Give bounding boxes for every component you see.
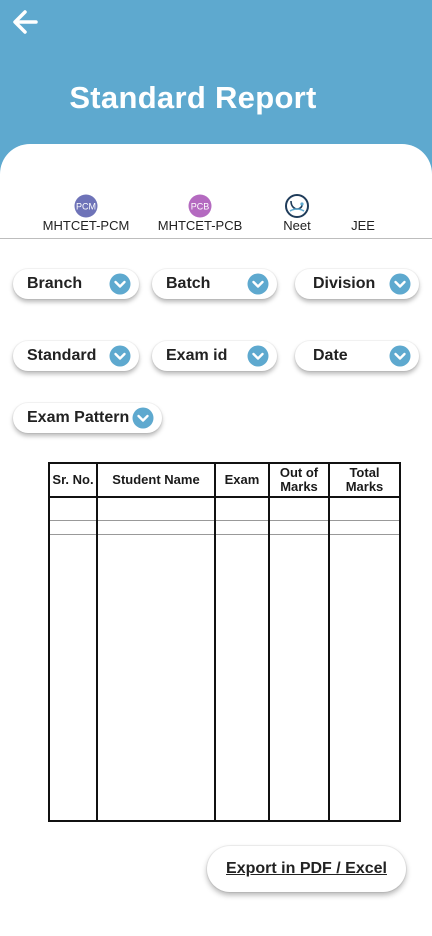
table-row	[48, 520, 401, 535]
table-cell	[96, 520, 216, 535]
table-cell	[48, 534, 98, 821]
exam-pattern-label: Exam Pattern	[27, 409, 130, 426]
chevron-down-icon	[132, 407, 154, 429]
col-header-out-of-marks: Out of Marks	[268, 463, 330, 498]
jee-icon-placeholder	[351, 194, 375, 218]
division-dropdown[interactable]: Division	[295, 269, 419, 299]
svg-text:PCM: PCM	[76, 202, 96, 212]
col-header-student-name: Student Name	[96, 463, 216, 498]
chevron-down-icon	[389, 345, 411, 367]
pcb-badge-icon: PCB	[188, 194, 212, 218]
batch-label: Batch	[166, 275, 211, 292]
date-dropdown[interactable]: Date	[295, 341, 419, 371]
table-cell	[328, 534, 401, 821]
table-cell	[268, 497, 330, 521]
chevron-down-icon	[389, 273, 411, 295]
date-label: Date	[313, 347, 348, 364]
table-cell	[48, 520, 98, 535]
col-header-total-marks: Total Marks	[328, 463, 401, 498]
table-cell	[328, 497, 401, 521]
table-row	[48, 497, 401, 521]
col-header-sr-no: Sr. No.	[48, 463, 98, 498]
export-label: Export in PDF / Excel	[226, 860, 387, 877]
exam-pattern-dropdown[interactable]: Exam Pattern	[13, 403, 162, 433]
chevron-down-icon	[247, 345, 269, 367]
table-row	[48, 534, 401, 821]
export-pdf-excel-button[interactable]: Export in PDF / Excel	[207, 846, 406, 892]
division-label: Division	[313, 275, 376, 292]
table-cell	[268, 520, 330, 535]
tab-label: JEE	[351, 218, 375, 233]
batch-dropdown[interactable]: Batch	[152, 269, 277, 299]
table-cell	[328, 520, 401, 535]
chevron-down-icon	[109, 345, 131, 367]
stethoscope-icon	[285, 194, 309, 218]
tab-mhtcet-pcb[interactable]: PCB MHTCET-PCB	[150, 194, 250, 233]
col-header-exam: Exam	[214, 463, 270, 498]
tab-label: MHTCET-PCM	[42, 218, 130, 233]
table-cell	[214, 534, 270, 821]
table-cell	[48, 497, 98, 521]
exam-id-dropdown[interactable]: Exam id	[152, 341, 277, 371]
exam-id-label: Exam id	[166, 347, 228, 364]
table-cell	[96, 497, 216, 521]
pcm-badge-icon: PCM	[74, 194, 98, 218]
tab-label: MHTCET-PCB	[157, 218, 243, 233]
back-arrow-icon[interactable]	[10, 6, 42, 38]
branch-label: Branch	[27, 275, 83, 292]
table-header-row: Sr. No. Student Name Exam Out of Marks T…	[48, 463, 401, 498]
tab-jee[interactable]: JEE	[313, 194, 413, 233]
table-cell	[96, 534, 216, 821]
table-cell	[214, 520, 270, 535]
page-title: Standard Report	[69, 80, 317, 115]
chevron-down-icon	[247, 273, 269, 295]
svg-text:PCB: PCB	[191, 202, 210, 212]
table-cell	[214, 497, 270, 521]
branch-dropdown[interactable]: Branch	[13, 269, 139, 299]
standard-label: Standard	[27, 347, 97, 364]
table-cell	[268, 534, 330, 821]
chevron-down-icon	[109, 273, 131, 295]
standard-dropdown[interactable]: Standard	[13, 341, 139, 371]
tab-mhtcet-pcm[interactable]: PCM MHTCET-PCM	[36, 194, 136, 233]
report-table: Sr. No. Student Name Exam Out of Marks T…	[48, 462, 401, 822]
